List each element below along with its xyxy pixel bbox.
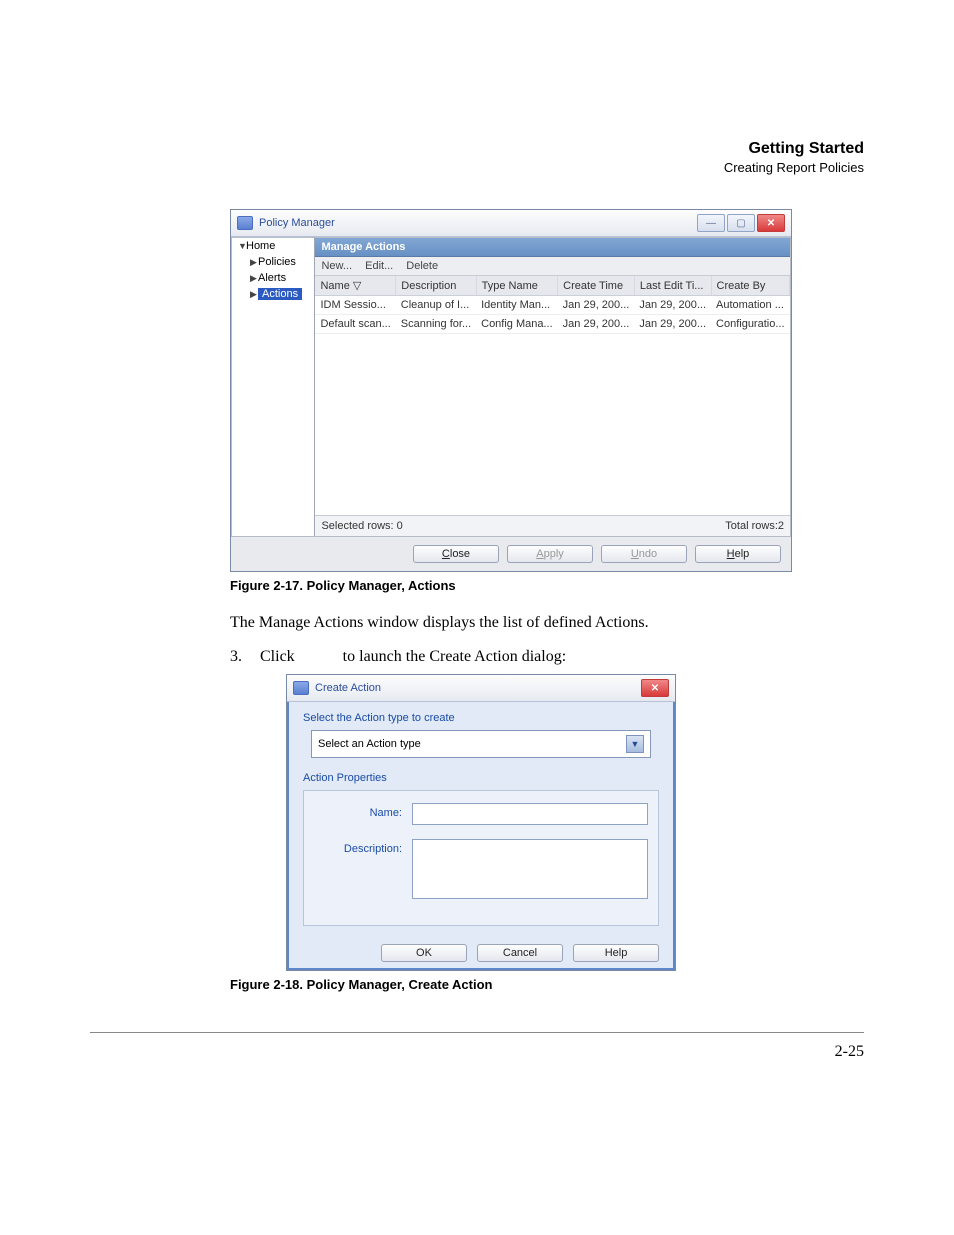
col-create-time[interactable]: Create Time xyxy=(558,276,635,296)
tree-policies[interactable]: ▶Policies xyxy=(232,254,314,270)
close-button[interactable]: ✕ xyxy=(757,214,785,232)
selected-rows: Selected rows: 0 xyxy=(321,520,402,532)
page-number: 2-25 xyxy=(90,1043,864,1061)
panel-title: Manage Actions xyxy=(315,238,790,257)
toolbar: New... Edit... Delete xyxy=(315,257,790,276)
col-description[interactable]: Description xyxy=(396,276,476,296)
titlebar: Policy Manager — ▢ ✕ xyxy=(231,210,791,237)
delete-button[interactable]: Delete xyxy=(406,260,438,272)
cancel-button[interactable]: Cancel xyxy=(477,944,563,962)
footer-rule xyxy=(90,1032,864,1033)
description-field[interactable] xyxy=(412,839,648,899)
new-button[interactable]: New... xyxy=(321,260,352,272)
action-type-select[interactable]: Select an Action type ▼ xyxy=(311,730,651,758)
col-type[interactable]: Type Name xyxy=(476,276,558,296)
maximize-button[interactable]: ▢ xyxy=(727,214,755,232)
chevron-down-icon[interactable]: ▼ xyxy=(626,735,644,753)
figure-policy-manager: Policy Manager — ▢ ✕ ▼Home ▶Policies ▶Al… xyxy=(230,209,864,572)
paragraph-1: The Manage Actions window displays the l… xyxy=(230,611,864,634)
step-3: 3. Click to launch the Create Action dia… xyxy=(230,648,864,666)
undo-button[interactable]: Undo xyxy=(601,545,687,563)
apply-button[interactable]: Apply xyxy=(507,545,593,563)
close-button[interactable]: ✕ xyxy=(641,679,669,697)
minimize-button[interactable]: — xyxy=(697,214,725,232)
nav-tree[interactable]: ▼Home ▶Policies ▶Alerts ▶Actions xyxy=(231,237,315,537)
col-last-edit[interactable]: Last Edit Ti... xyxy=(634,276,711,296)
app-icon xyxy=(237,216,253,230)
total-rows: Total rows:2 xyxy=(725,520,784,532)
figure17-caption: Figure 2-17. Policy Manager, Actions xyxy=(230,578,864,593)
select-type-label: Select the Action type to create xyxy=(303,712,659,724)
description-label: Description: xyxy=(314,839,412,855)
tree-home[interactable]: ▼Home xyxy=(232,238,314,254)
name-field[interactable] xyxy=(412,803,648,825)
actions-table[interactable]: Name ▽ Description Type Name Create Time… xyxy=(315,276,790,334)
window-title: Create Action xyxy=(315,682,381,694)
window-title: Policy Manager xyxy=(259,217,335,229)
help-button[interactable]: Help xyxy=(573,944,659,962)
titlebar: Create Action ✕ xyxy=(287,675,675,702)
header-subtitle: Creating Report Policies xyxy=(90,160,864,175)
close-button[interactable]: Close xyxy=(413,545,499,563)
table-row[interactable]: Default scan... Scanning for... Config M… xyxy=(315,315,789,334)
ok-button[interactable]: OK xyxy=(381,944,467,962)
figure-create-action: Create Action ✕ Select the Action type t… xyxy=(286,674,864,971)
combo-placeholder: Select an Action type xyxy=(318,738,421,750)
help-button[interactable]: Help xyxy=(695,545,781,563)
tree-alerts[interactable]: ▶Alerts xyxy=(232,270,314,286)
header-title: Getting Started xyxy=(90,140,864,158)
edit-button[interactable]: Edit... xyxy=(365,260,393,272)
tree-actions[interactable]: ▶Actions xyxy=(232,286,314,302)
col-name[interactable]: Name ▽ xyxy=(315,276,395,296)
action-properties-label: Action Properties xyxy=(303,772,659,784)
page-header: Getting Started Creating Report Policies xyxy=(90,140,864,175)
name-label: Name: xyxy=(314,803,412,819)
col-create-by[interactable]: Create By xyxy=(711,276,789,296)
table-row[interactable]: IDM Sessio... Cleanup of I... Identity M… xyxy=(315,296,789,315)
status-bar: Selected rows: 0 Total rows:2 xyxy=(315,515,790,536)
app-icon xyxy=(293,681,309,695)
figure18-caption: Figure 2-18. Policy Manager, Create Acti… xyxy=(230,977,864,992)
